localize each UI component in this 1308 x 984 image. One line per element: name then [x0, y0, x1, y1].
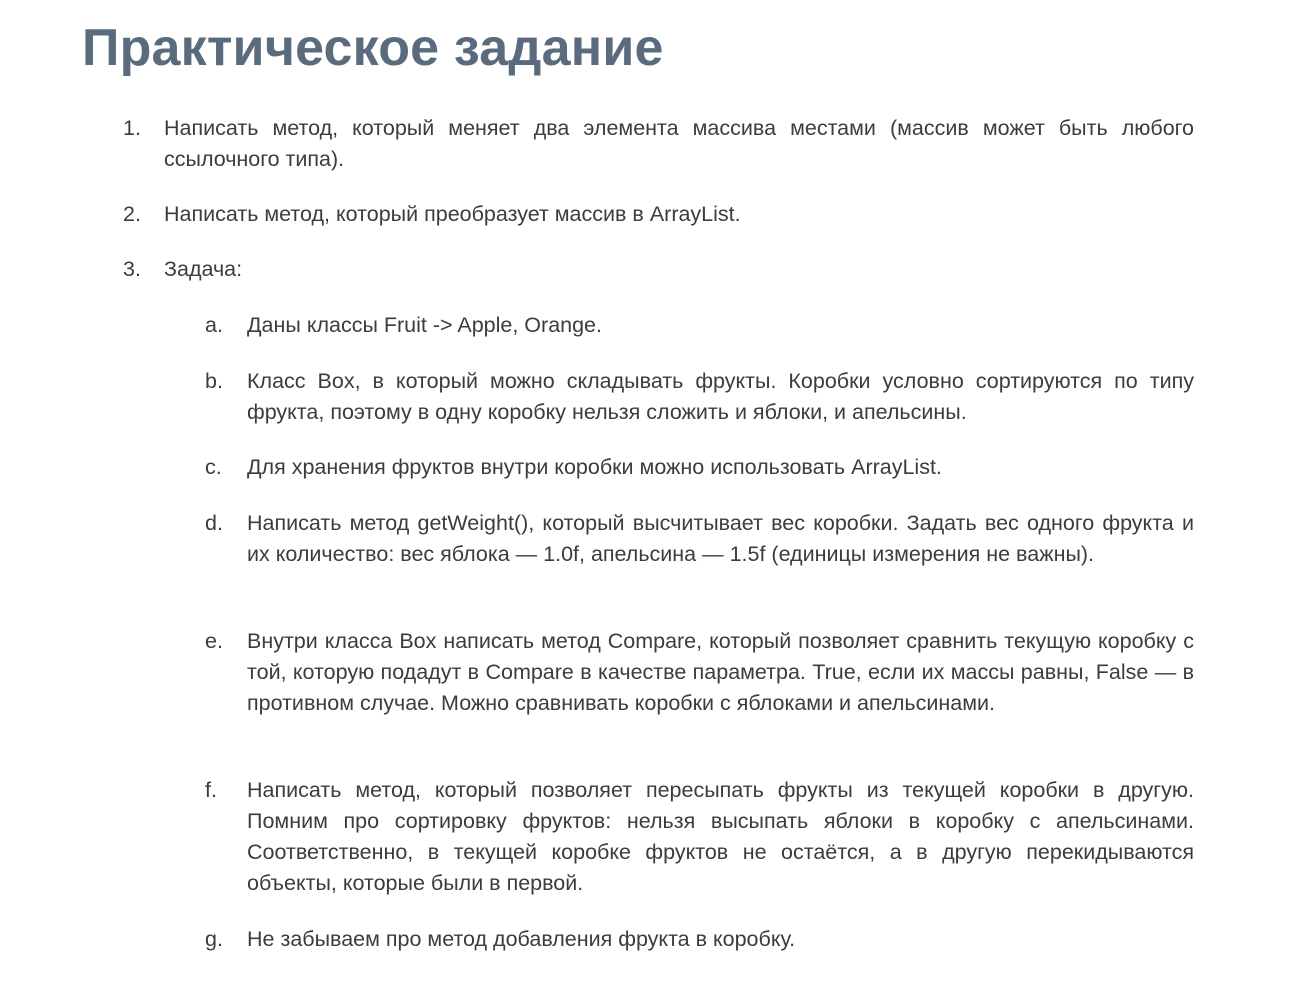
sublist-marker: e.: [205, 629, 223, 653]
sublist-marker: c.: [205, 455, 222, 479]
list-item-text: Написать метод, который меняет два элеме…: [164, 116, 1194, 171]
list-item-text: Написать метод, который преобразует масс…: [164, 202, 741, 226]
sublist-marker: b.: [205, 369, 223, 393]
sublist-item-text: Для хранения фруктов внутри коробки можн…: [247, 455, 942, 479]
list-marker: 2.: [123, 202, 141, 226]
sublist-marker: g.: [205, 927, 223, 951]
sublist-item-text: Внутри класса Box написать метод Compare…: [247, 629, 1194, 715]
sublist-marker: a.: [205, 313, 223, 337]
sublist-marker: d.: [205, 511, 223, 535]
sublist-item-text: Класс Box, в который можно складывать фр…: [247, 369, 1194, 424]
sublist-item-text: Написать метод getWeight(), который высч…: [247, 511, 1194, 566]
sublist-item-text: Не забываем про метод добавления фрукта …: [247, 927, 796, 951]
list-marker: 1.: [123, 116, 141, 140]
sublist-marker: f.: [205, 778, 217, 802]
page-title: Практическое задание: [82, 19, 664, 77]
list-marker: 3.: [123, 257, 141, 281]
sublist-item-text: Написать метод, который позволяет пересы…: [247, 778, 1194, 895]
sublist-item-text: Даны классы Fruit -> Apple, Orange.: [247, 313, 602, 337]
list-item-text: Задача:: [164, 257, 243, 281]
